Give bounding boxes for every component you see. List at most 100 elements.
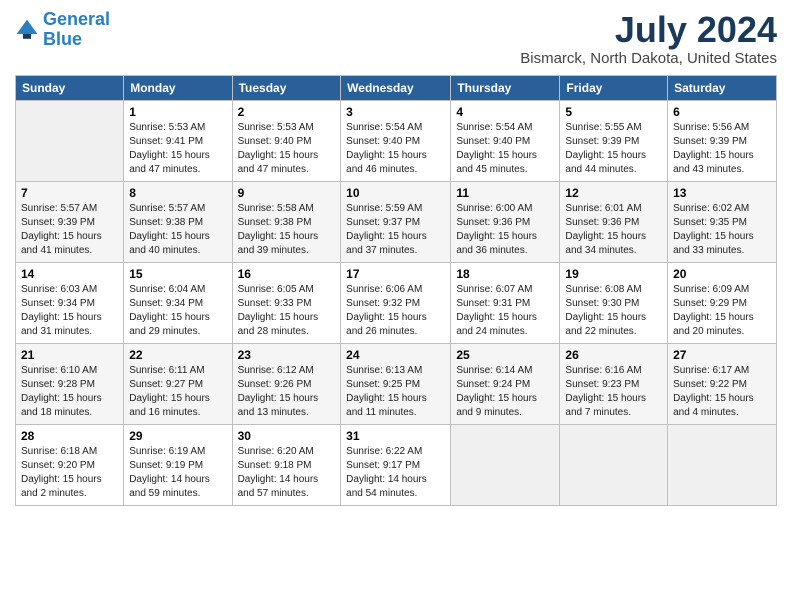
sunrise-text: Sunrise: 5:58 AM <box>238 203 314 214</box>
page-container: General Blue July 2024 Bismarck, North D… <box>0 0 792 511</box>
week-row-2: 7 Sunrise: 5:57 AM Sunset: 9:39 PM Dayli… <box>16 181 777 262</box>
day-number: 7 <box>21 186 118 200</box>
sunrise-text: Sunrise: 6:14 AM <box>456 365 532 376</box>
calendar-cell: 29 Sunrise: 6:19 AM Sunset: 9:19 PM Dayl… <box>124 424 232 505</box>
col-thursday: Thursday <box>451 75 560 100</box>
calendar-cell: 5 Sunrise: 5:55 AM Sunset: 9:39 PM Dayli… <box>560 100 668 181</box>
sunrise-text: Sunrise: 6:22 AM <box>346 446 422 457</box>
calendar-cell: 30 Sunrise: 6:20 AM Sunset: 9:18 PM Dayl… <box>232 424 341 505</box>
sunset-text: Sunset: 9:36 PM <box>456 217 530 228</box>
header: General Blue July 2024 Bismarck, North D… <box>15 10 777 67</box>
sunrise-text: Sunrise: 6:00 AM <box>456 203 532 214</box>
calendar-cell: 6 Sunrise: 5:56 AM Sunset: 9:39 PM Dayli… <box>668 100 777 181</box>
daylight-text: Daylight: 15 hours and 45 minutes. <box>456 150 537 175</box>
daylight-text: Daylight: 14 hours and 57 minutes. <box>238 474 319 499</box>
cell-info: Sunrise: 6:06 AM Sunset: 9:32 PM Dayligh… <box>346 283 445 339</box>
daylight-text: Daylight: 15 hours and 29 minutes. <box>129 312 210 337</box>
sunrise-text: Sunrise: 6:06 AM <box>346 284 422 295</box>
cell-info: Sunrise: 6:05 AM Sunset: 9:33 PM Dayligh… <box>238 283 336 339</box>
daylight-text: Daylight: 15 hours and 46 minutes. <box>346 150 427 175</box>
sunset-text: Sunset: 9:23 PM <box>565 379 639 390</box>
sunset-text: Sunset: 9:20 PM <box>21 460 95 471</box>
daylight-text: Daylight: 15 hours and 47 minutes. <box>238 150 319 175</box>
day-number: 15 <box>129 267 226 281</box>
sunset-text: Sunset: 9:38 PM <box>129 217 203 228</box>
sunset-text: Sunset: 9:40 PM <box>456 136 530 147</box>
calendar-cell: 4 Sunrise: 5:54 AM Sunset: 9:40 PM Dayli… <box>451 100 560 181</box>
day-number: 12 <box>565 186 662 200</box>
cell-info: Sunrise: 5:54 AM Sunset: 9:40 PM Dayligh… <box>456 121 554 177</box>
day-number: 4 <box>456 105 554 119</box>
daylight-text: Daylight: 15 hours and 16 minutes. <box>129 393 210 418</box>
sunset-text: Sunset: 9:35 PM <box>673 217 747 228</box>
sunrise-text: Sunrise: 5:55 AM <box>565 122 641 133</box>
daylight-text: Daylight: 15 hours and 33 minutes. <box>673 231 754 256</box>
week-row-1: 1 Sunrise: 5:53 AM Sunset: 9:41 PM Dayli… <box>16 100 777 181</box>
cell-info: Sunrise: 5:57 AM Sunset: 9:38 PM Dayligh… <box>129 202 226 258</box>
sunset-text: Sunset: 9:26 PM <box>238 379 312 390</box>
daylight-text: Daylight: 15 hours and 2 minutes. <box>21 474 102 499</box>
daylight-text: Daylight: 15 hours and 41 minutes. <box>21 231 102 256</box>
calendar-cell: 9 Sunrise: 5:58 AM Sunset: 9:38 PM Dayli… <box>232 181 341 262</box>
cell-info: Sunrise: 5:56 AM Sunset: 9:39 PM Dayligh… <box>673 121 771 177</box>
day-number: 6 <box>673 105 771 119</box>
daylight-text: Daylight: 15 hours and 28 minutes. <box>238 312 319 337</box>
sunset-text: Sunset: 9:22 PM <box>673 379 747 390</box>
day-number: 17 <box>346 267 445 281</box>
daylight-text: Daylight: 15 hours and 11 minutes. <box>346 393 427 418</box>
cell-info: Sunrise: 6:12 AM Sunset: 9:26 PM Dayligh… <box>238 364 336 420</box>
col-monday: Monday <box>124 75 232 100</box>
daylight-text: Daylight: 15 hours and 47 minutes. <box>129 150 210 175</box>
daylight-text: Daylight: 15 hours and 18 minutes. <box>21 393 102 418</box>
calendar-cell: 17 Sunrise: 6:06 AM Sunset: 9:32 PM Dayl… <box>341 262 451 343</box>
calendar-cell: 14 Sunrise: 6:03 AM Sunset: 9:34 PM Dayl… <box>16 262 124 343</box>
sunset-text: Sunset: 9:30 PM <box>565 298 639 309</box>
day-number: 29 <box>129 429 226 443</box>
cell-info: Sunrise: 6:00 AM Sunset: 9:36 PM Dayligh… <box>456 202 554 258</box>
sunset-text: Sunset: 9:25 PM <box>346 379 420 390</box>
calendar-cell: 12 Sunrise: 6:01 AM Sunset: 9:36 PM Dayl… <box>560 181 668 262</box>
calendar-cell: 22 Sunrise: 6:11 AM Sunset: 9:27 PM Dayl… <box>124 343 232 424</box>
day-number: 23 <box>238 348 336 362</box>
calendar-cell: 25 Sunrise: 6:14 AM Sunset: 9:24 PM Dayl… <box>451 343 560 424</box>
calendar-cell: 1 Sunrise: 5:53 AM Sunset: 9:41 PM Dayli… <box>124 100 232 181</box>
day-number: 13 <box>673 186 771 200</box>
daylight-text: Daylight: 15 hours and 43 minutes. <box>673 150 754 175</box>
sunset-text: Sunset: 9:34 PM <box>21 298 95 309</box>
daylight-text: Daylight: 15 hours and 9 minutes. <box>456 393 537 418</box>
calendar-cell: 21 Sunrise: 6:10 AM Sunset: 9:28 PM Dayl… <box>16 343 124 424</box>
cell-info: Sunrise: 5:58 AM Sunset: 9:38 PM Dayligh… <box>238 202 336 258</box>
sunset-text: Sunset: 9:34 PM <box>129 298 203 309</box>
sunrise-text: Sunrise: 6:20 AM <box>238 446 314 457</box>
day-number: 14 <box>21 267 118 281</box>
sunset-text: Sunset: 9:39 PM <box>673 136 747 147</box>
daylight-text: Daylight: 15 hours and 40 minutes. <box>129 231 210 256</box>
cell-info: Sunrise: 5:55 AM Sunset: 9:39 PM Dayligh… <box>565 121 662 177</box>
day-number: 30 <box>238 429 336 443</box>
day-number: 2 <box>238 105 336 119</box>
sunrise-text: Sunrise: 6:09 AM <box>673 284 749 295</box>
calendar-cell <box>560 424 668 505</box>
sunset-text: Sunset: 9:39 PM <box>565 136 639 147</box>
sunset-text: Sunset: 9:38 PM <box>238 217 312 228</box>
col-tuesday: Tuesday <box>232 75 341 100</box>
cell-info: Sunrise: 5:59 AM Sunset: 9:37 PM Dayligh… <box>346 202 445 258</box>
sunset-text: Sunset: 9:41 PM <box>129 136 203 147</box>
cell-info: Sunrise: 5:53 AM Sunset: 9:40 PM Dayligh… <box>238 121 336 177</box>
col-sunday: Sunday <box>16 75 124 100</box>
daylight-text: Daylight: 15 hours and 7 minutes. <box>565 393 646 418</box>
day-number: 24 <box>346 348 445 362</box>
calendar-cell: 31 Sunrise: 6:22 AM Sunset: 9:17 PM Dayl… <box>341 424 451 505</box>
day-number: 25 <box>456 348 554 362</box>
main-title: July 2024 <box>520 10 777 50</box>
col-wednesday: Wednesday <box>341 75 451 100</box>
sunrise-text: Sunrise: 6:01 AM <box>565 203 641 214</box>
daylight-text: Daylight: 15 hours and 13 minutes. <box>238 393 319 418</box>
cell-info: Sunrise: 6:08 AM Sunset: 9:30 PM Dayligh… <box>565 283 662 339</box>
cell-info: Sunrise: 6:11 AM Sunset: 9:27 PM Dayligh… <box>129 364 226 420</box>
day-number: 18 <box>456 267 554 281</box>
col-saturday: Saturday <box>668 75 777 100</box>
sunrise-text: Sunrise: 6:02 AM <box>673 203 749 214</box>
sunset-text: Sunset: 9:29 PM <box>673 298 747 309</box>
calendar-cell <box>451 424 560 505</box>
